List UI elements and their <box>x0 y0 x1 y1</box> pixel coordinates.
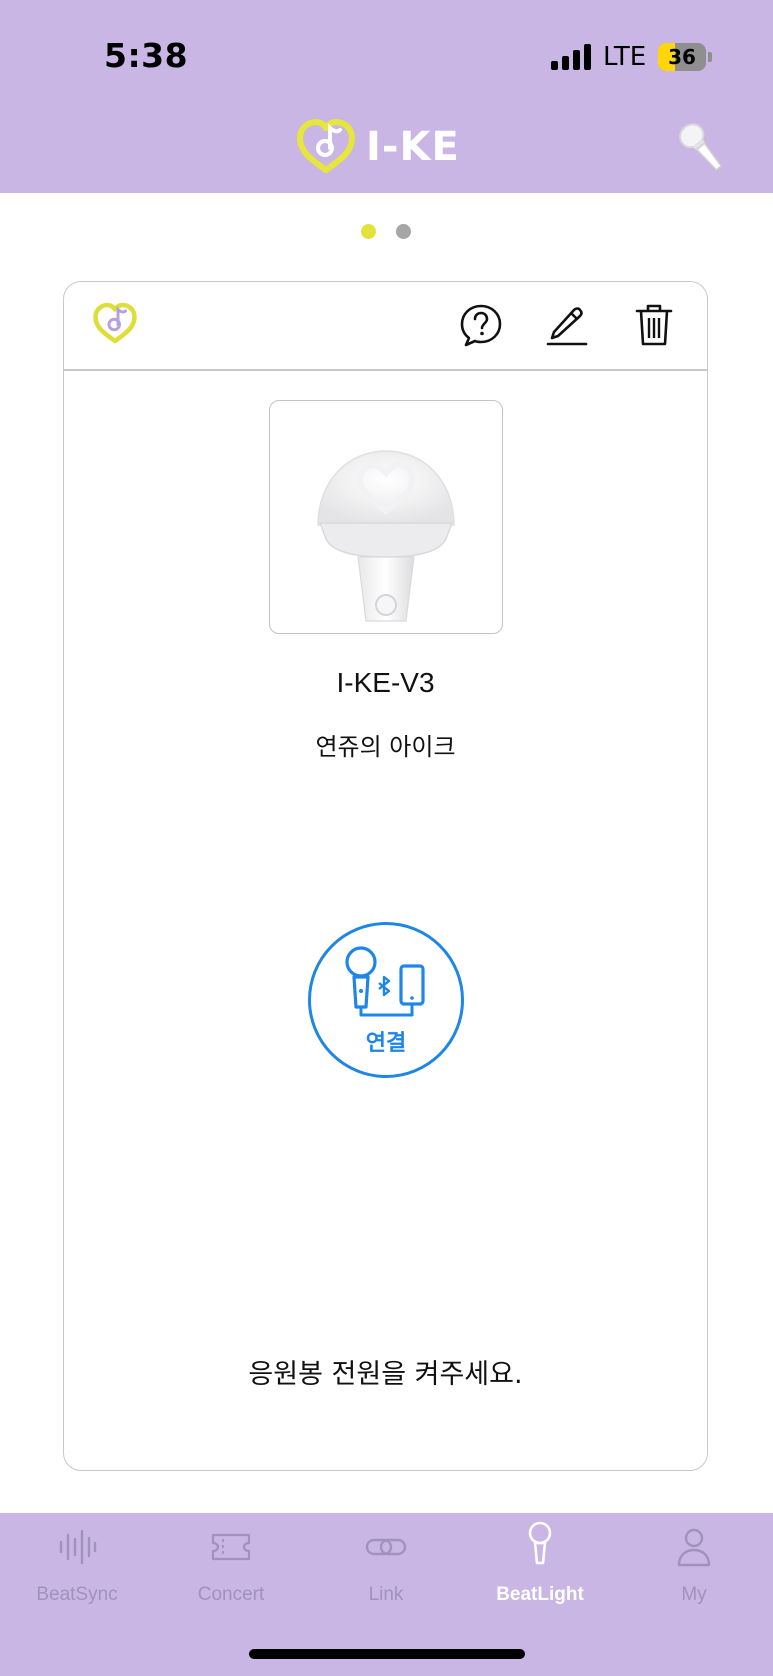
tab-label: BeatLight <box>496 1584 584 1605</box>
person-icon <box>677 1528 711 1567</box>
question-bubble-icon[interactable] <box>458 302 504 348</box>
page-dot[interactable] <box>396 224 411 239</box>
lightstick-bluetooth-phone-icon <box>345 946 425 1017</box>
lightstick-product-image <box>317 450 455 622</box>
battery-icon: 36 <box>658 43 712 71</box>
lightstick-icon <box>528 1521 552 1565</box>
tab-my[interactable]: My <box>617 1513 771 1633</box>
brand-name: I-KE <box>366 124 460 170</box>
tab-beatlight[interactable]: BeatLight <box>463 1513 617 1633</box>
tab-label: BeatSync <box>36 1584 118 1605</box>
device-nickname: 연쥬의 아이크 <box>315 733 456 761</box>
tab-link[interactable]: Link <box>309 1513 463 1633</box>
status-time: 5:38 <box>104 36 189 75</box>
network-type: LTE <box>603 42 647 72</box>
waveform-icon <box>59 1529 97 1565</box>
device-image <box>269 400 503 634</box>
page-dot-active[interactable] <box>361 224 376 239</box>
tab-beatsync[interactable]: BeatSync <box>0 1513 154 1633</box>
ticket-icon <box>211 1533 251 1561</box>
card-toolbar <box>64 282 707 371</box>
tab-concert[interactable]: Concert <box>154 1513 308 1633</box>
lightstick-icon <box>679 123 723 171</box>
heart-note-logo-icon <box>93 302 137 344</box>
device-name: I-KE-V3 <box>336 667 435 698</box>
pencil-icon[interactable] <box>546 302 588 348</box>
tab-label: Link <box>368 1584 404 1605</box>
home-indicator[interactable] <box>249 1649 525 1659</box>
link-icon <box>365 1538 407 1556</box>
power-on-message: 응원봉 전원을 켜주세요. <box>248 1359 523 1390</box>
signal-strength-icon <box>551 44 591 70</box>
connect-label: 연결 <box>365 1031 407 1056</box>
trash-icon[interactable] <box>634 302 674 348</box>
device-card: I-KE-V3 연쥬의 아이크 연결 응원봉 전원을 켜주세요. <box>63 281 708 1471</box>
tab-label: My <box>681 1584 707 1605</box>
lightstick-button[interactable] <box>672 118 732 178</box>
battery-level: 36 <box>668 45 696 69</box>
tab-label: Concert <box>197 1584 265 1605</box>
app-header: 5:38 LTE 36 I-KE <box>0 0 773 193</box>
connect-button[interactable]: 연결 <box>308 922 464 1078</box>
heart-note-logo-icon <box>297 119 355 173</box>
